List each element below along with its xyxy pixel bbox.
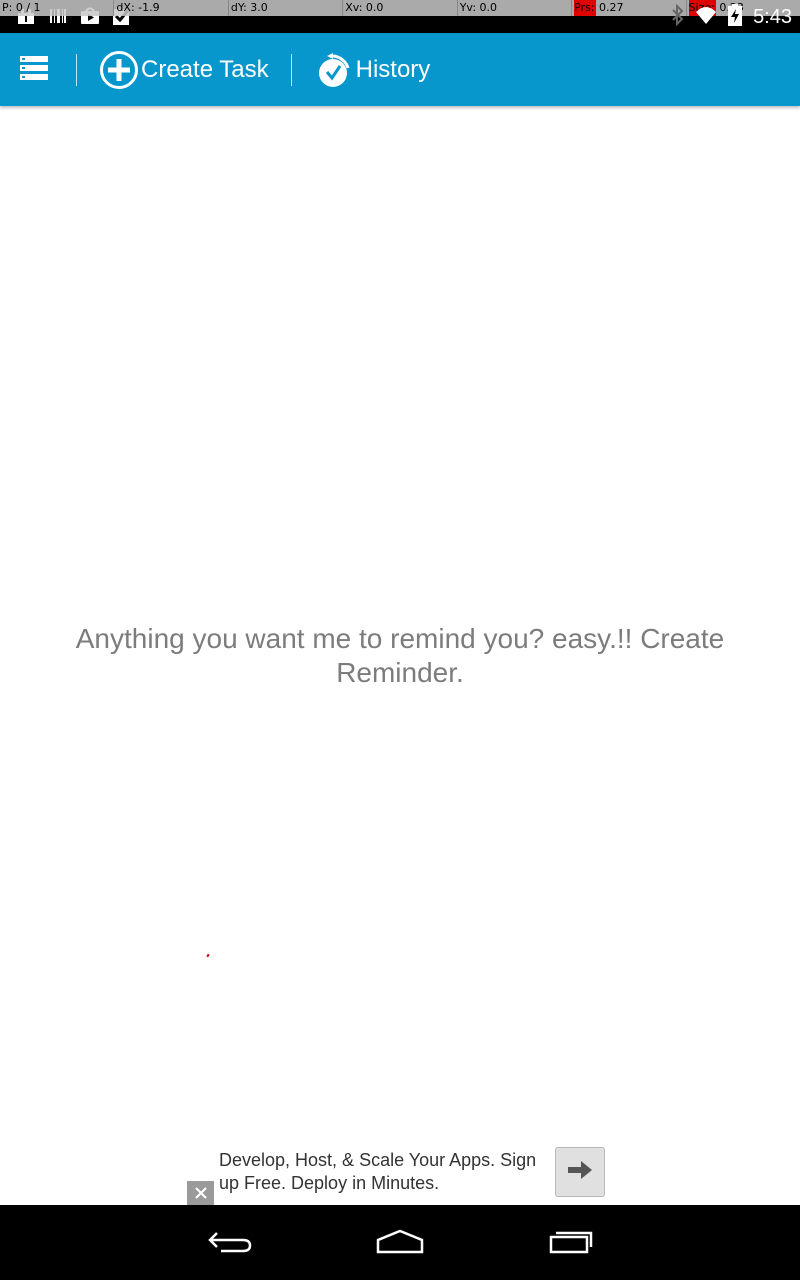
arrow-right-icon <box>567 1160 593 1184</box>
touch-trace-mark <box>206 953 210 958</box>
home-button[interactable] <box>360 1223 440 1263</box>
menu-button[interactable] <box>0 33 68 106</box>
pointer-cell-dy: dY: 3.0 <box>227 0 342 16</box>
battery-charging-icon <box>727 4 743 30</box>
ad-close-button[interactable] <box>187 1181 214 1205</box>
history-label: History <box>355 55 431 83</box>
empty-state-message: Anything you want me to remind you? easy… <box>75 623 725 688</box>
pointer-cell-xv: Xv: 0.0 <box>342 0 456 16</box>
history-clock-icon <box>316 50 350 90</box>
pointer-cell-p: P: 0 / 1 <box>2 1 41 14</box>
status-bar: P: 0 / 1 dX: -1.9 dY: 3.0 Xv: 0.0 Yv: 0.… <box>0 0 800 33</box>
create-task-button[interactable]: Create Task <box>77 33 291 106</box>
system-status-icons: 5:43 <box>671 3 792 30</box>
recents-button[interactable] <box>531 1223 611 1263</box>
pointer-cell-dx: dX: -1.9 <box>113 0 227 16</box>
plus-circle-icon <box>99 50 139 90</box>
back-icon <box>207 1228 253 1258</box>
status-time: 5:43 <box>753 5 792 28</box>
action-bar: Create Task History <box>0 33 800 106</box>
bluetooth-icon <box>671 3 685 30</box>
list-menu-icon <box>19 55 49 85</box>
screen: P: 0 / 1 dX: -1.9 dY: 3.0 Xv: 0.0 Yv: 0.… <box>0 0 800 1280</box>
history-button[interactable]: History <box>292 33 431 106</box>
close-x-icon <box>194 1184 207 1203</box>
home-icon <box>375 1228 425 1258</box>
ad-banner[interactable]: Develop, Host, & Scale Your Apps. Sign u… <box>187 1144 613 1205</box>
recents-icon <box>548 1228 594 1258</box>
ad-cta-button[interactable] <box>555 1147 605 1197</box>
ad-text[interactable]: Develop, Host, & Scale Your Apps. Sign u… <box>219 1149 549 1195</box>
pointer-cell-yv: Yv: 0.0 <box>456 0 571 16</box>
back-button[interactable] <box>190 1223 270 1263</box>
navigation-bar <box>0 1205 800 1280</box>
pointer-cell-prs: Prs: 0.27 <box>571 0 685 16</box>
create-task-label: Create Task <box>141 55 269 83</box>
wifi-icon <box>695 4 717 30</box>
